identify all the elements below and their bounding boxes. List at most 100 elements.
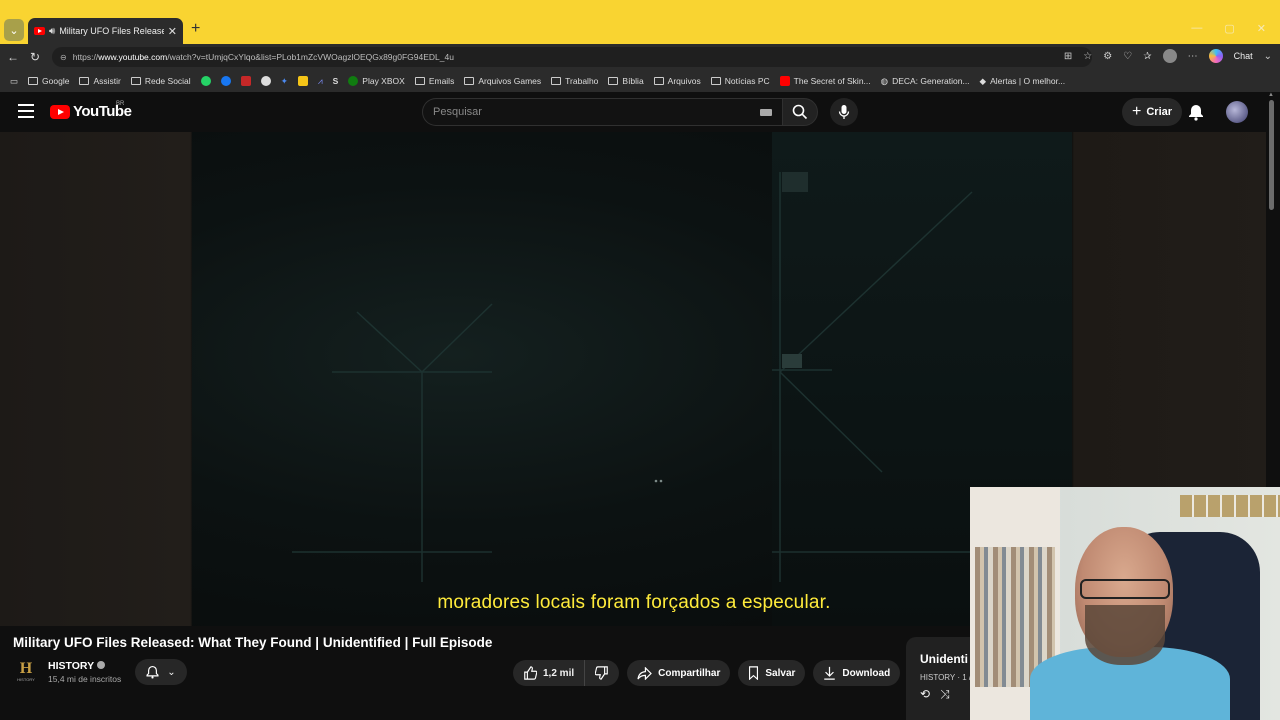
search-icon [792,104,808,120]
browser-essentials-icon[interactable]: ♡ [1123,51,1132,62]
bookmark-yellow-app[interactable] [294,76,312,86]
bookmark-icon [749,666,759,680]
youtube-logo[interactable]: YouTube BR [50,101,132,120]
scroll-up-icon[interactable]: ▲ [1268,92,1274,98]
bookmark-noticias-pc[interactable]: Notícias PC [707,76,774,86]
reload-button[interactable]: ↻ [24,50,46,64]
bookmark-whatsapp[interactable] [197,76,215,86]
notifications-button[interactable] [1188,103,1204,126]
youtube-play-icon [50,104,70,119]
like-dislike-group: 1,2 mil [513,660,620,686]
keyboard-icon[interactable] [760,109,772,116]
bookmark-s-app[interactable]: S [329,76,343,86]
new-tab-button[interactable]: + [191,20,200,38]
copilot-icon[interactable] [1208,49,1223,63]
thumbs-down-icon [595,666,608,680]
folder-icon [79,77,90,85]
globe-icon: ◍ [880,75,889,86]
subscriber-count: 15,4 mi de inscritos [48,674,122,684]
folder-icon [28,77,39,85]
xbox-icon [348,76,359,86]
maximize-icon[interactable]: ▢ [1224,22,1234,35]
dislike-button[interactable] [585,660,619,686]
share-icon [637,666,652,680]
youtube-masthead: YouTube BR + Criar [0,92,1268,132]
gemini-icon: ✦ [280,75,288,86]
bookmarks-menu-icon[interactable]: ▭ [6,76,22,87]
bookmark-trabalho[interactable]: Trabalho [547,76,602,86]
bookmark-secret-of-skin[interactable]: The Secret of Skin... [776,76,875,86]
bookmark-chart-app[interactable]: ⩘ [314,76,327,87]
chevron-down-icon: ⌄ [167,666,176,678]
playlist-title: Unidenti [920,652,968,666]
bookmark-messenger[interactable] [217,76,235,86]
more-menu-icon[interactable]: ⋯ [1188,51,1198,62]
extensions-icon[interactable]: ⚙ [1103,51,1112,62]
app-available-icon[interactable]: ⊞ [1064,51,1072,62]
speaker-icon[interactable]: 🔊︎ [49,26,55,37]
tab-actions-menu-button[interactable]: ⌄ [4,19,24,41]
scrollbar-thumb[interactable] [1269,100,1274,210]
subscription-bell-button[interactable]: ⌄ [135,659,187,685]
chart-icon: ⩘ [317,75,323,86]
address-toolbar: ← ↻ ⊖ https://www.youtube.com/watch?v=tU… [0,44,1280,70]
back-button[interactable]: ← [2,50,24,64]
like-button[interactable]: 1,2 mil [513,660,586,686]
download-button[interactable]: Download [813,660,901,686]
chevron-down-icon[interactable]: ⌄ [1264,51,1272,62]
bookmark-play-xbox[interactable]: Play XBOX [344,76,409,86]
profile-avatar[interactable] [1162,49,1177,63]
chevron-down-icon: ⌄ [9,24,19,37]
bell-icon [146,665,159,679]
search-box [422,98,782,126]
folder-icon [710,77,721,85]
voice-search-button[interactable] [830,98,858,126]
bookmark-arquivos-games[interactable]: Arquivos Games [460,76,545,86]
account-avatar[interactable] [1226,101,1248,123]
create-button[interactable]: + Criar [1122,98,1183,126]
folder-icon [414,77,425,85]
folder-icon [551,77,562,85]
webcam-wall-photos [1180,495,1280,517]
webcam-person [1030,527,1230,720]
favorite-star-icon[interactable]: ☆ [1083,51,1092,62]
loop-icon[interactable]: ⟲ [920,687,930,702]
window-controls: — ▢ ✕ [1191,22,1266,35]
shuffle-icon[interactable]: ⤨ [940,687,950,702]
create-label: Criar [1146,106,1173,118]
bookmark-assistir[interactable]: Assistir [75,76,124,86]
minimize-icon[interactable]: — [1191,22,1202,35]
channel-avatar[interactable]: H HISTORY [17,661,35,683]
save-button[interactable]: Salvar [738,660,806,686]
folder-icon [130,77,141,85]
bookmark-rede-social[interactable]: Rede Social [127,76,195,86]
bookmark-arquivos[interactable]: Arquivos [650,76,705,86]
share-label: Compartilhar [658,667,721,679]
favorites-icon[interactable]: ✰ [1143,51,1151,62]
video-title: Military UFO Files Released: What They F… [13,635,493,650]
s-app-icon: S [332,76,339,86]
bookmark-chatgpt[interactable] [257,76,275,86]
red-app-icon [240,76,251,86]
video-frame[interactable] [192,132,1072,626]
chat-button[interactable]: Chat [1234,51,1253,61]
youtube-favicon-icon [34,27,45,35]
tab-close-icon[interactable]: ✕ [168,25,177,38]
bookmark-red-app[interactable] [237,76,255,86]
bookmark-emails[interactable]: Emails [411,76,459,86]
browser-tab-active[interactable]: 🔊︎ Military UFO Files Released: W ✕ [28,18,183,44]
site-info-icon[interactable]: ⊖ [60,53,67,62]
bookmark-alertas[interactable]: ◆ Alertas | O melhor... [976,76,1070,87]
address-bar[interactable]: ⊖ https://www.youtube.com/watch?v=tUmjqC… [52,47,1092,67]
share-button[interactable]: Compartilhar [627,660,731,686]
bookmark-google[interactable]: Google [24,76,73,86]
bookmark-gemini[interactable]: ✦ [277,76,292,87]
close-window-icon[interactable]: ✕ [1257,22,1266,35]
search-input[interactable] [433,106,743,118]
hamburger-menu-icon[interactable] [18,104,34,118]
bookmark-deca[interactable]: ◍ DECA: Generation... [877,76,974,87]
bookmark-biblia[interactable]: Bíblia [604,76,647,86]
channel-name[interactable]: HISTORY [48,660,106,672]
search-button[interactable] [782,98,818,126]
playlist-meta: HISTORY · 1 / [920,673,972,682]
